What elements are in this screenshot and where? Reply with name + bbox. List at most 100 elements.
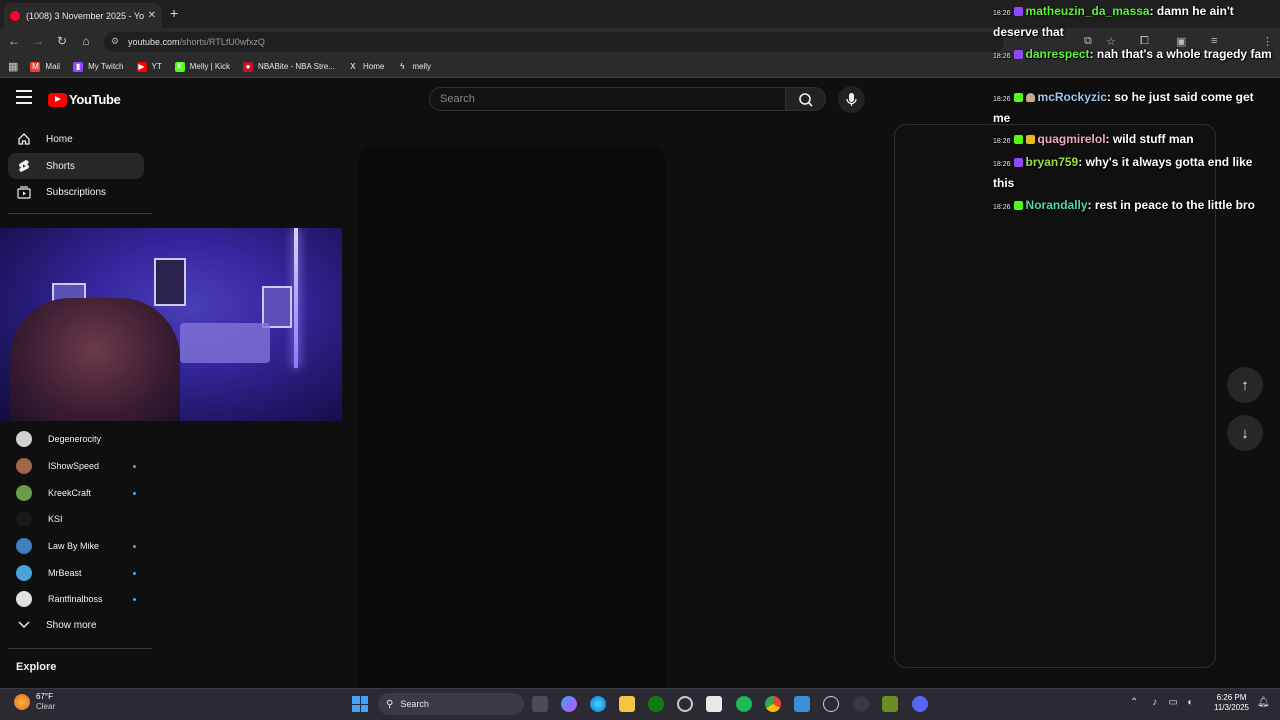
previous-short-button[interactable]: ↑: [1227, 367, 1263, 403]
bookmark-item[interactable]: ϟ melly: [397, 61, 431, 72]
subscription-item[interactable]: KSI: [8, 508, 144, 530]
sidebar-item-label: Subscriptions: [46, 186, 107, 198]
search-button[interactable]: [786, 87, 826, 111]
subscription-item[interactable]: Degenerocity: [8, 428, 144, 450]
weather-condition: Clear: [36, 702, 56, 711]
microphone-icon[interactable]: ♪: [1152, 697, 1157, 708]
chat-timestamp: 18:26: [993, 53, 1011, 60]
discord-icon[interactable]: [912, 696, 928, 712]
explore-heading: Explore: [16, 661, 57, 673]
clock-time: 6:26 PM: [1216, 693, 1247, 702]
subscription-item[interactable]: Rantfinalboss: [8, 588, 144, 610]
new-content-dot: [133, 544, 136, 548]
subscription-name: Law By Mike: [48, 541, 100, 551]
wall-poster: [154, 258, 186, 306]
chat-timestamp: 18:26: [993, 10, 1011, 17]
taskbar-search[interactable]: ⚲ Search: [378, 693, 524, 715]
bookmark-item[interactable]: K Melly | Kick: [174, 61, 231, 72]
menu-hamburger-icon[interactable]: [16, 90, 32, 104]
melly-icon: ϟ: [397, 61, 408, 72]
subscription-name: Rantfinalboss: [48, 594, 103, 604]
app-icon[interactable]: [882, 696, 898, 712]
network-icon[interactable]: ▭: [1168, 697, 1177, 708]
url-text[interactable]: youtube.com/shorts/RTLfU0wfxzQ: [128, 37, 265, 47]
volume-icon[interactable]: ◖: [1186, 697, 1192, 708]
edge-icon[interactable]: [590, 696, 606, 712]
subscription-item[interactable]: IShowSpeed: [8, 455, 144, 477]
system-tray[interactable]: ⌃ ♪ ▭ ◖: [1130, 697, 1192, 708]
home-icon[interactable]: ⌂: [78, 34, 94, 48]
sidebar-item-label: Home: [46, 133, 73, 145]
task-view-icon[interactable]: [532, 696, 548, 712]
sidebar-item-home[interactable]: Home: [8, 126, 144, 152]
weather-widget[interactable]: 67°F Clear: [14, 692, 55, 712]
chrome-icon[interactable]: [765, 696, 781, 712]
avatar: [16, 458, 32, 474]
chat-message: 18:26 quagmirelol: wild stuff man: [993, 130, 1273, 151]
new-tab-button[interactable]: +: [170, 5, 178, 21]
forward-arrow-icon[interactable]: →: [30, 34, 46, 48]
new-content-dot: [133, 464, 136, 468]
subscription-item[interactable]: MrBeast: [8, 562, 144, 584]
voice-search-button[interactable]: [838, 86, 865, 113]
chat-username: matheuzin_da_massa: [1025, 4, 1150, 18]
chevron-up-icon[interactable]: ⌃: [1130, 697, 1138, 708]
taskbar-clock[interactable]: 6:26 PM 11/3/2025: [1214, 693, 1249, 713]
shorts-video-player[interactable]: [359, 147, 665, 697]
reload-icon[interactable]: ↻: [54, 34, 70, 48]
shorts-icon: [16, 158, 32, 174]
store-icon[interactable]: [706, 696, 722, 712]
youtube-logo[interactable]: YouTube: [48, 92, 121, 107]
bookmark-item[interactable]: ● NBABite - NBA Stre...: [243, 61, 335, 72]
copilot-icon[interactable]: [561, 696, 577, 712]
browser-tab[interactable]: (1008) 3 November 2025 - YouTube ✕: [4, 3, 162, 28]
windows-taskbar: [0, 688, 1280, 720]
notification-bell-icon[interactable]: 🔔︎: [1257, 697, 1270, 708]
tab-close-icon[interactable]: ✕: [148, 10, 156, 21]
chat-username: danrespect: [1025, 47, 1090, 61]
bookmark-item[interactable]: M Mail: [30, 61, 60, 72]
chat-text: : rest in peace to the little bro: [1087, 198, 1255, 212]
subscription-name: IShowSpeed: [48, 461, 100, 471]
search-icon: [799, 93, 813, 107]
clock-date: 11/3/2025: [1214, 703, 1249, 712]
new-content-dot: [133, 597, 136, 601]
apps-grid-icon[interactable]: ▦: [8, 60, 18, 73]
kick-badge-icon: [1013, 135, 1023, 144]
obs-icon[interactable]: [677, 696, 693, 712]
bookmark-item[interactable]: ▶ YT: [136, 61, 162, 72]
subscription-item[interactable]: Law By Mike: [8, 535, 144, 557]
subscription-item[interactable]: KreekCraft: [8, 482, 144, 504]
twitch-badge-icon: [1013, 7, 1023, 16]
photos-icon[interactable]: [794, 696, 810, 712]
search-input[interactable]: Search: [429, 87, 786, 111]
subscription-name: KreekCraft: [48, 488, 92, 498]
person-badge-icon: [1025, 93, 1035, 102]
app-icon[interactable]: [853, 696, 869, 712]
subscription-name: Degenerocity: [48, 434, 102, 444]
arrow-up-icon: ↑: [1241, 376, 1249, 394]
sidebar-divider: [8, 213, 152, 214]
chat-username: bryan759: [1025, 155, 1079, 169]
subscriptions-icon: [16, 184, 32, 200]
back-arrow-icon[interactable]: ←: [6, 34, 22, 48]
windows-start-icon[interactable]: [352, 696, 368, 712]
bookmark-item[interactable]: ▮ My Twitch: [73, 61, 124, 72]
youtube-play-logo-icon: [48, 92, 67, 107]
xbox-icon[interactable]: [648, 696, 664, 712]
chat-text: : nah that's a whole tragedy fam: [1089, 47, 1272, 61]
twitch-icon: ▮: [73, 61, 84, 72]
show-more-button[interactable]: Show more: [8, 612, 144, 638]
sidebar-item-subscriptions[interactable]: Subscriptions: [8, 179, 144, 205]
chevron-down-icon: [16, 617, 32, 633]
next-short-button[interactable]: ↓: [1227, 415, 1263, 451]
media-player-icon[interactable]: [823, 696, 839, 712]
sidebar-item-shorts[interactable]: Shorts: [8, 153, 144, 179]
spotify-icon[interactable]: [736, 696, 752, 712]
show-more-label: Show more: [46, 619, 97, 631]
bookmark-item[interactable]: X Home: [347, 61, 384, 72]
site-info-icon[interactable]: ⚙: [111, 36, 119, 47]
chat-username: Norandally: [1025, 198, 1088, 212]
file-explorer-icon[interactable]: [619, 696, 635, 712]
bookmark-label: Melly | Kick: [189, 62, 231, 71]
